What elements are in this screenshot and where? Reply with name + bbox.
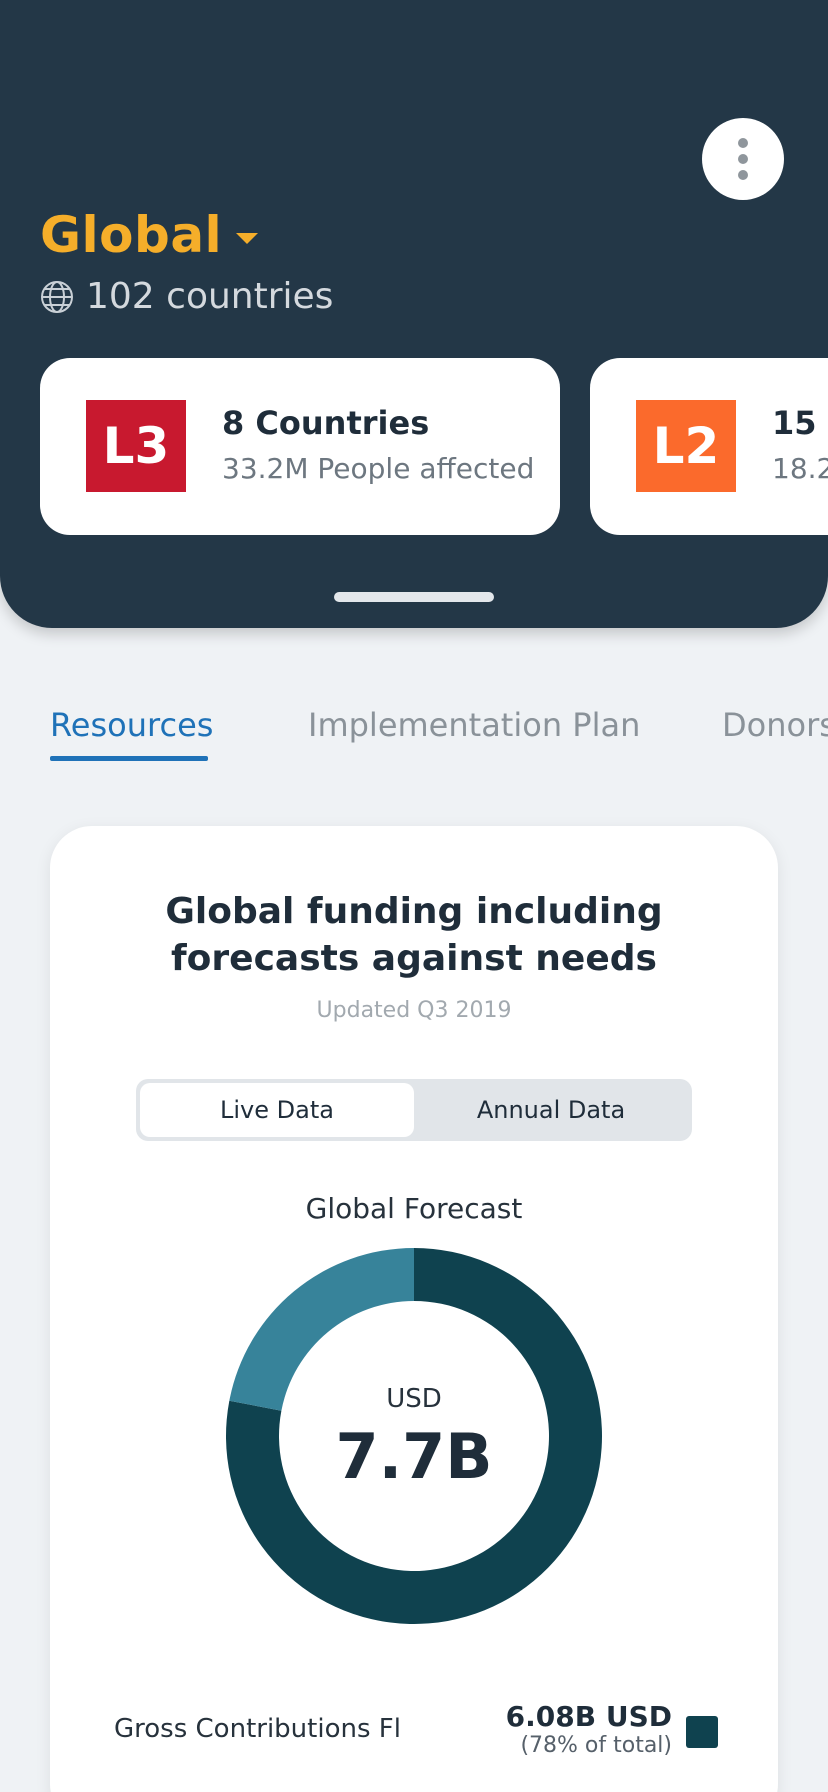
donut-total: 7.7B: [335, 1420, 493, 1493]
annual-data-button[interactable]: Annual Data: [414, 1083, 688, 1137]
legend-label: Gross Contributions Fl: [114, 1714, 401, 1744]
more-icon: [738, 154, 748, 164]
tab-implementation-plan[interactable]: Implementation Plan: [308, 706, 640, 744]
legend-swatch: [686, 1716, 718, 1748]
donut-unit: USD: [386, 1384, 442, 1414]
level-card-l3[interactable]: L3 8 Countries 33.2M People affected: [40, 358, 560, 535]
region-header: Global 102 countries L3 8 Countries 33.2…: [0, 0, 828, 628]
globe-icon: [41, 280, 73, 313]
more-icon: [738, 138, 748, 148]
region-selector[interactable]: Global: [40, 206, 259, 264]
active-tab-indicator: [50, 756, 208, 761]
legend-value: 6.08B USD (78% of total): [506, 1700, 672, 1758]
caret-down-icon: [236, 232, 259, 244]
region-name: Global: [40, 206, 223, 264]
countries-text: 102 countries: [86, 276, 334, 317]
updated-text: Updated Q3 2019: [316, 998, 512, 1023]
level-badge: L3: [86, 400, 186, 492]
card-title-line: forecasts against needs: [171, 938, 657, 979]
drag-handle[interactable]: [334, 592, 494, 602]
level-people-affected: 33.2M People affected: [222, 452, 535, 485]
tab-donors[interactable]: Donors: [722, 706, 828, 744]
level-badge: L2: [636, 400, 736, 492]
more-icon: [738, 170, 748, 180]
live-data-button[interactable]: Live Data: [140, 1083, 414, 1137]
legend-percent: (78% of total): [520, 1733, 672, 1758]
data-toggle: Live Data Annual Data: [136, 1079, 692, 1141]
tab-resources[interactable]: Resources: [50, 706, 213, 744]
legend-amount: 6.08B USD: [505, 1700, 672, 1733]
chart-title: Global Forecast: [305, 1192, 523, 1225]
level-people-affected: 18.2: [772, 452, 828, 485]
level-countries: 15 C: [772, 404, 828, 442]
countries-count: 102 countries: [40, 276, 333, 317]
card-title: Global funding including forecasts again…: [50, 888, 778, 982]
funding-card: Global funding including forecasts again…: [50, 826, 778, 1792]
level-countries: 8 Countries: [222, 404, 430, 442]
more-options-button[interactable]: [702, 118, 784, 200]
level-card-l2[interactable]: L2 15 C 18.2: [590, 358, 828, 535]
app-screen: Global 102 countries L3 8 Countries 33.2…: [0, 0, 828, 1792]
card-title-line: Global funding including: [165, 891, 663, 932]
